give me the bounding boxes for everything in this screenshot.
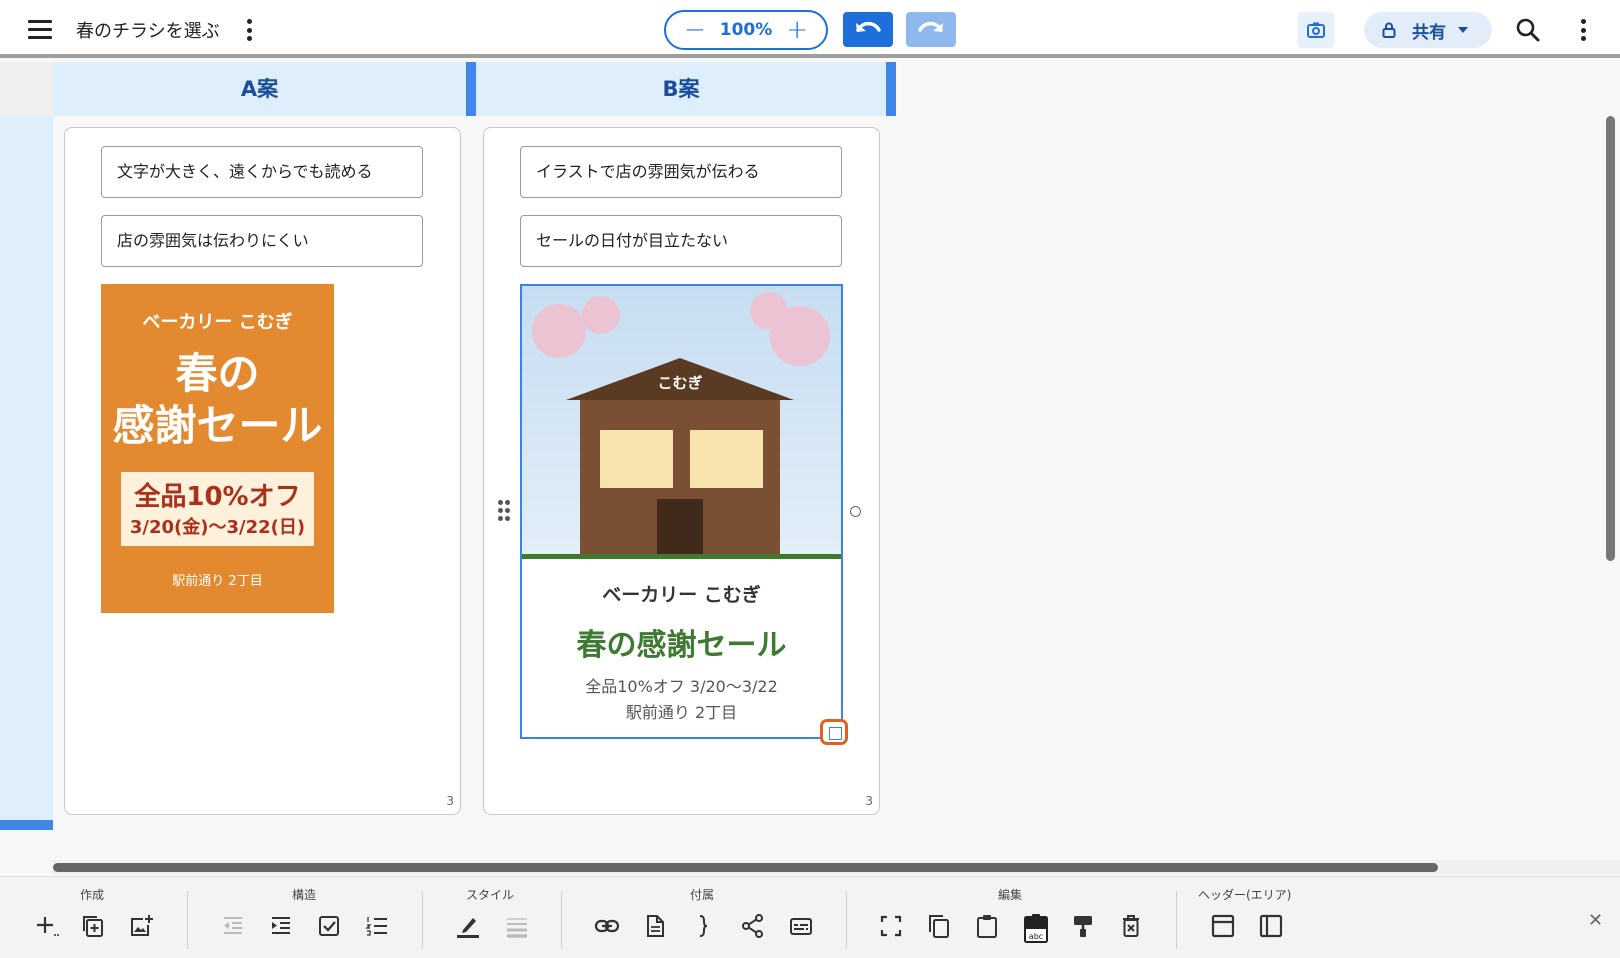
discount-badge: 全品10%オフ 3/20(金)〜3/22(日) xyxy=(121,472,314,546)
group-title-structure: 構造 xyxy=(292,888,317,902)
card-b[interactable]: イラストで店の雰囲気が伝わる セールの日付が目立たない こむぎ ベーカリー こむ… xyxy=(483,127,880,815)
paste-text-label: abc xyxy=(1029,932,1043,941)
camera-icon xyxy=(1307,22,1325,38)
note-card[interactable]: セールの日付が目立たない xyxy=(520,215,842,267)
house-window xyxy=(600,430,673,488)
undo-icon xyxy=(856,21,881,32)
top-bar: 春のチラシを選ぶ − 100% + 共有 xyxy=(0,0,1620,58)
column-divider[interactable] xyxy=(466,62,476,116)
flyer-store-name: ベーカリー こむぎ xyxy=(602,584,761,606)
group-title-create: 作成 xyxy=(80,888,105,902)
header-left-icon[interactable] xyxy=(1258,913,1284,939)
format-paint-icon[interactable] xyxy=(1070,913,1096,939)
document-icon[interactable] xyxy=(642,913,668,939)
flyer-address: 駅前通り 2丁目 xyxy=(172,574,263,589)
drag-handle-icon[interactable] xyxy=(498,500,510,522)
page-number: 3 xyxy=(865,794,873,808)
ground-line xyxy=(522,554,841,559)
close-icon[interactable]: ✕ xyxy=(1588,910,1603,931)
note-card[interactable]: イラストで店の雰囲気が伝わる xyxy=(520,146,842,198)
brace-icon[interactable] xyxy=(690,913,716,939)
flyer-headline: 感謝セール xyxy=(112,401,323,450)
row-header[interactable] xyxy=(0,116,53,820)
paste-text-icon[interactable]: abc xyxy=(1022,913,1050,943)
outdent-icon[interactable] xyxy=(220,913,246,939)
flyer-headline: 春の xyxy=(175,349,260,398)
group-title-attachments: 付属 xyxy=(690,888,715,902)
share-node-icon[interactable] xyxy=(740,913,766,939)
toolbar-separator xyxy=(846,891,847,949)
flyer-info: 全品10%オフ 3/20〜3/22 xyxy=(585,677,778,696)
flyer-a[interactable]: ベーカリー こむぎ 春の 感謝セール 全品10%オフ 3/20(金)〜3/22(… xyxy=(101,284,334,613)
row-divider[interactable] xyxy=(0,820,53,830)
link-icon[interactable] xyxy=(594,913,620,939)
screenshot-button[interactable] xyxy=(1298,12,1334,48)
line-style-icon[interactable] xyxy=(504,913,530,939)
flyer-discount: 全品10%オフ xyxy=(134,482,301,512)
zoom-control: − 100% + xyxy=(664,10,828,50)
toolbar-separator xyxy=(187,891,188,949)
toolbar-separator xyxy=(422,891,423,949)
column-divider[interactable] xyxy=(886,62,896,116)
lock-icon xyxy=(1382,22,1396,38)
group-title-header-area: ヘッダー(エリア) xyxy=(1198,888,1292,902)
share-label: 共有 xyxy=(1412,22,1446,43)
blossom-shape xyxy=(582,296,620,334)
vertical-scrollbar[interactable] xyxy=(1606,116,1615,561)
duplicate-icon[interactable] xyxy=(80,913,106,939)
flyer-b[interactable]: こむぎ ベーカリー こむぎ 春の感謝セール 全品10%オフ 3/20〜3/22 … xyxy=(520,284,843,739)
bottom-toolbar: 作成 構造 スタイル 付属 編集 abc ヘッダー(エリア) ✕ xyxy=(0,876,1620,958)
undo-button[interactable] xyxy=(843,12,893,47)
checkbox-icon[interactable] xyxy=(316,913,342,939)
indent-icon[interactable] xyxy=(268,913,294,939)
share-button[interactable]: 共有 xyxy=(1364,12,1492,48)
square-icon xyxy=(829,727,842,740)
search-icon[interactable] xyxy=(1515,17,1541,43)
flyer-store-name: ベーカリー こむぎ xyxy=(142,312,293,333)
zoom-level[interactable]: 100% xyxy=(720,20,773,40)
horizontal-scrollbar[interactable] xyxy=(53,863,1438,872)
redo-button[interactable] xyxy=(906,12,956,47)
flyer-illustration: こむぎ xyxy=(522,286,841,554)
chevron-down-icon xyxy=(1458,27,1468,33)
group-title-style: スタイル xyxy=(466,888,515,902)
menu-icon[interactable] xyxy=(28,20,52,39)
house-window xyxy=(690,430,763,488)
title-more-icon[interactable] xyxy=(246,19,252,41)
zoom-out-button[interactable]: − xyxy=(684,17,706,43)
toolbar-separator xyxy=(1176,891,1177,949)
corner-cell xyxy=(0,62,53,116)
note-card[interactable]: 店の雰囲気は伝わりにくい xyxy=(101,215,423,267)
flyer-dates: 3/20(金)〜3/22(日) xyxy=(129,517,306,538)
redo-icon xyxy=(918,21,943,32)
more-options-icon[interactable] xyxy=(1580,19,1586,41)
numbered-list-icon[interactable] xyxy=(364,913,390,939)
highlighter-icon[interactable] xyxy=(455,913,481,939)
column-header-a[interactable]: A案 xyxy=(53,62,466,116)
flyer-headline: 春の感謝セール xyxy=(576,628,787,663)
flyer-address: 駅前通り 2丁目 xyxy=(625,703,738,722)
toolbar-separator xyxy=(561,891,562,949)
group-title-edit: 編集 xyxy=(998,888,1023,902)
resize-handle[interactable] xyxy=(820,719,848,745)
paste-icon[interactable] xyxy=(974,913,1000,939)
note-card[interactable]: 文字が大きく、遠くからでも読める xyxy=(101,146,423,198)
house-door xyxy=(657,499,703,554)
blossom-shape xyxy=(532,304,586,358)
copy-icon[interactable] xyxy=(926,913,952,939)
header-top-icon[interactable] xyxy=(1210,913,1236,939)
document-title[interactable]: 春のチラシを選ぶ xyxy=(76,17,220,43)
add-image-icon[interactable] xyxy=(128,913,154,939)
page-number: 3 xyxy=(446,794,454,808)
caption-icon[interactable] xyxy=(788,913,814,939)
rotate-handle[interactable] xyxy=(850,506,861,517)
column-header-b[interactable]: B案 xyxy=(476,62,886,116)
blossom-shape xyxy=(750,292,788,330)
zoom-in-button[interactable]: + xyxy=(786,17,808,43)
roof-label: こむぎ xyxy=(657,374,703,392)
card-a[interactable]: 文字が大きく、遠くからでも読める 店の雰囲気は伝わりにくい ベーカリー こむぎ … xyxy=(64,127,461,815)
add-icon[interactable] xyxy=(34,913,60,939)
delete-icon[interactable] xyxy=(1118,913,1144,939)
select-all-icon[interactable] xyxy=(878,913,904,939)
